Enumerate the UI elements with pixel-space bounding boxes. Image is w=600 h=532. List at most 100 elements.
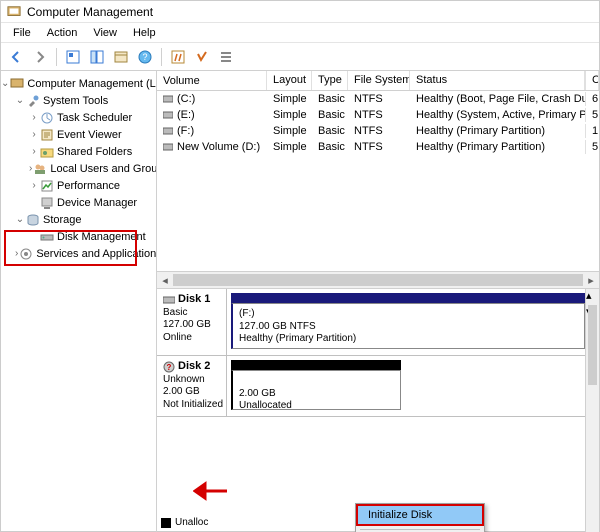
scroll-right-button[interactable]: ▸ [583,272,599,289]
disk-size: 2.00 GB [163,386,220,399]
tree-label: Shared Folders [57,146,132,158]
collapse-icon[interactable]: ⌄ [15,214,25,225]
services-icon [19,247,33,261]
disk-type: Unknown [163,374,220,387]
tree-label: Event Viewer [57,129,122,141]
show-hide-tree-button[interactable] [86,46,108,68]
tree-local-users[interactable]: › Local Users and Groups [1,160,156,177]
menu-file[interactable]: File [5,25,39,41]
back-button[interactable] [5,46,27,68]
window-title: Computer Management [27,5,153,19]
refresh-button[interactable] [191,46,213,68]
partition-unallocated[interactable]: 2.00 GB Unallocated [231,370,401,410]
volume-type: Basic [312,124,348,138]
vertical-scrollbar[interactable]: ▴ ▾ [585,289,599,532]
legend-swatch-unallocated [161,518,171,528]
volume-status: Healthy (Primary Partition) [410,124,585,138]
help-button[interactable]: ? [134,46,156,68]
menu-action[interactable]: Action [39,25,86,41]
content-pane: Volume Layout Type File System Status C … [157,71,599,532]
disk-info[interactable]: ?Disk 2 Unknown 2.00 GB Not Initialized [157,356,227,416]
disk-info[interactable]: Disk 1 Basic 127.00 GB Online [157,289,227,355]
disk-management-icon [40,230,54,244]
expand-icon[interactable]: › [15,248,18,259]
expand-icon[interactable]: › [29,146,39,157]
legend: Unalloc [161,517,208,528]
column-capacity[interactable]: C [585,71,599,90]
expand-icon[interactable]: › [29,180,39,191]
up-button[interactable] [62,46,84,68]
horizontal-scrollbar[interactable]: ◂ ▸ [157,271,599,288]
column-volume[interactable]: Volume [157,71,267,90]
tree-shared-folders[interactable]: › Shared Folders [1,143,156,160]
tree-services-apps[interactable]: › Services and Applications [1,245,156,262]
menu-view[interactable]: View [85,25,125,41]
toolbar: ? [1,43,599,71]
tree-disk-management[interactable]: Disk Management [1,228,156,245]
tree-storage[interactable]: ⌄ Storage [1,211,156,228]
volume-list[interactable]: Volume Layout Type File System Status C … [157,71,599,289]
tree-label: System Tools [43,95,108,107]
column-filesystem[interactable]: File System [348,71,410,90]
expand-icon[interactable]: › [29,163,32,174]
properties-button[interactable] [110,46,132,68]
volume-layout: Simple [267,108,312,122]
partition-alloc: Unallocated [239,400,394,413]
disk-row[interactable]: Disk 1 Basic 127.00 GB Online (F:) 127.0… [157,289,599,356]
volume-list-header[interactable]: Volume Layout Type File System Status C [157,71,599,91]
menu-help[interactable]: Help [125,25,164,41]
volume-row[interactable]: (C:)SimpleBasicNTFSHealthy (Boot, Page F… [157,91,599,107]
volume-row[interactable]: New Volume (D:)SimpleBasicNTFSHealthy (P… [157,139,599,155]
users-icon [33,162,47,176]
partition[interactable]: (F:) 127.00 GB NTFS Healthy (Primary Par… [231,303,585,349]
tree-task-scheduler[interactable]: › Task Scheduler [1,109,156,126]
scrollbar-thumb[interactable] [173,274,583,286]
tree-performance[interactable]: › Performance [1,177,156,194]
disk-row[interactable]: ?Disk 2 Unknown 2.00 GB Not Initialized … [157,356,599,417]
computer-management-icon [7,5,21,19]
scroll-left-button[interactable]: ◂ [157,272,173,289]
partition-size: 2.00 GB [239,388,394,401]
expand-icon[interactable]: › [29,112,39,123]
computer-icon [10,77,24,91]
shared-folders-icon [40,145,54,159]
arrow-annotation [193,481,229,501]
menu-bar: File Action View Help [1,23,599,43]
scrollbar-thumb[interactable] [588,305,597,385]
tree-root[interactable]: ⌄ Computer Management (Local [1,75,156,92]
title-bar: Computer Management [1,1,599,23]
volume-status: Healthy (Primary Partition) [410,140,585,154]
menu-separator [360,529,480,530]
settings-button[interactable] [167,46,189,68]
column-status[interactable]: Status [410,71,585,90]
svg-text:?: ? [167,363,172,372]
ctx-initialize-disk[interactable]: Initialize Disk [356,504,484,526]
disk-size: 127.00 GB [163,319,220,332]
disk-type: Basic [163,307,220,320]
disk-status: Not Initialized [163,399,220,412]
volume-row[interactable]: (F:)SimpleBasicNTFSHealthy (Primary Part… [157,123,599,139]
volume-layout: Simple [267,92,312,106]
column-layout[interactable]: Layout [267,71,312,90]
tree-device-manager[interactable]: Device Manager [1,194,156,211]
toolbar-separator [161,48,162,66]
tree-label: Storage [43,214,82,226]
disk-header-stripe [231,293,585,303]
forward-button[interactable] [29,46,51,68]
partition-size: 127.00 GB NTFS [239,321,578,334]
collapse-icon[interactable]: ⌄ [15,95,25,106]
expand-icon[interactable]: › [29,129,39,140]
tree-system-tools[interactable]: ⌄ System Tools [1,92,156,109]
scroll-up-button[interactable]: ▴ [586,289,599,305]
disk-graphical-view[interactable]: Disk 1 Basic 127.00 GB Online (F:) 127.0… [157,289,599,532]
navigation-tree[interactable]: ⌄ Computer Management (Local ⌄ System To… [1,71,157,532]
volume-fs: NTFS [348,108,410,122]
volume-row[interactable]: (E:)SimpleBasicNTFSHealthy (System, Acti… [157,107,599,123]
column-type[interactable]: Type [312,71,348,90]
list-button[interactable] [215,46,237,68]
volume-status: Healthy (Boot, Page File, Crash Dump, Pr… [410,92,585,106]
collapse-icon[interactable]: ⌄ [1,78,9,89]
tree-event-viewer[interactable]: › Event Viewer [1,126,156,143]
volume-capacity: 1 [585,124,599,138]
volume-name: (C:) [177,93,195,105]
